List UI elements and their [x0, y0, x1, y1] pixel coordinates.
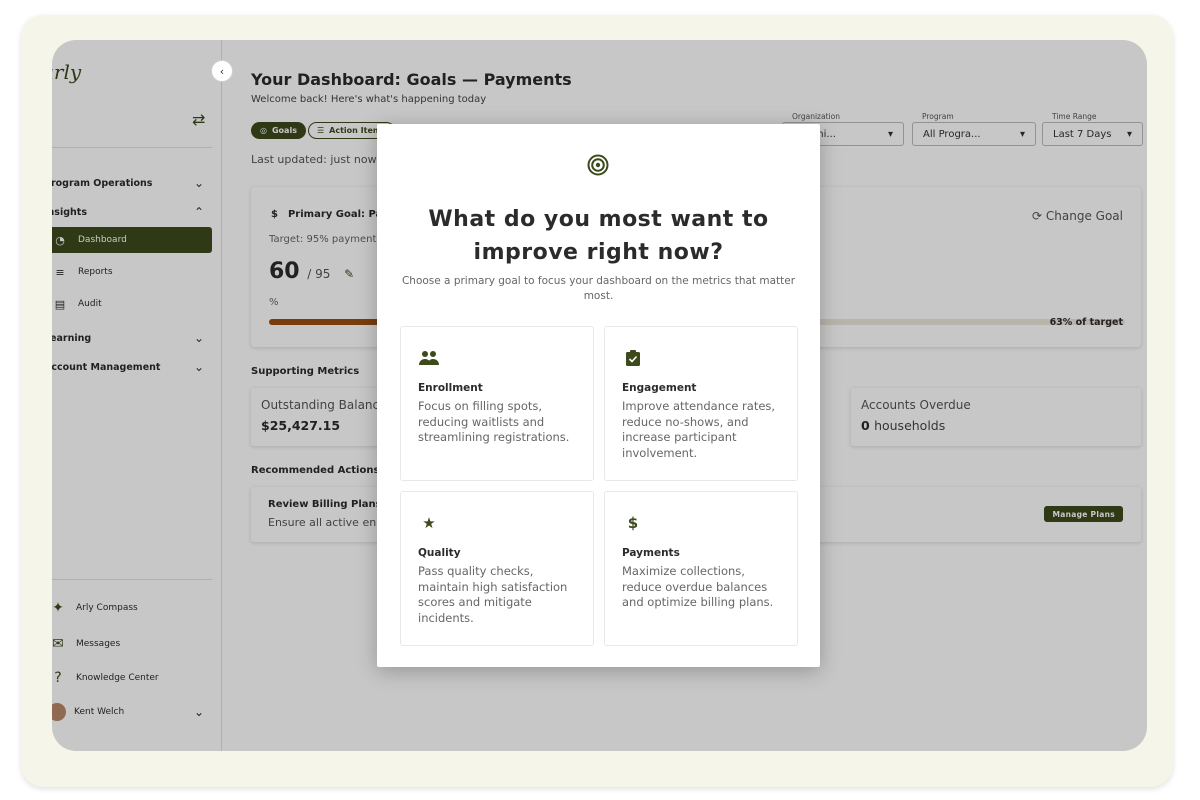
modal-title-line1: What do you most want to: [428, 207, 769, 232]
goal-option-quality[interactable]: ★ Quality Pass quality checks, maintain …: [400, 491, 594, 646]
option-title: Payments: [622, 547, 680, 559]
option-description: Pass quality checks, maintain high satis…: [418, 564, 568, 626]
goal-option-engagement[interactable]: Engagement Improve attendance rates, red…: [604, 326, 798, 481]
clipboard-check-icon: [622, 347, 644, 369]
modal-title: What do you most want to improve right n…: [377, 203, 820, 269]
goal-option-payments[interactable]: $ Payments Maximize collections, reduce …: [604, 491, 798, 646]
dollar-icon: $: [627, 514, 639, 532]
option-description: Focus on filling spots, reducing waitlis…: [418, 399, 570, 445]
target-icon: [587, 154, 609, 176]
modal-subtitle: Choose a primary goal to focus your dash…: [401, 275, 796, 302]
option-title: Quality: [418, 547, 461, 559]
goal-selection-modal: What do you most want to improve right n…: [377, 124, 820, 667]
collapse-sidebar-button[interactable]: ‹: [211, 60, 233, 82]
option-title: Enrollment: [418, 382, 483, 394]
option-description: Maximize collections, reduce overdue bal…: [622, 564, 774, 610]
star-icon: ★: [422, 514, 436, 532]
modal-title-line2: improve right now?: [473, 240, 724, 265]
option-title: Engagement: [622, 382, 697, 394]
option-description: Improve attendance rates, reduce no-show…: [622, 399, 776, 461]
goal-option-enrollment[interactable]: Enrollment Focus on filling spots, reduc…: [400, 326, 594, 481]
people-icon: [418, 347, 440, 369]
